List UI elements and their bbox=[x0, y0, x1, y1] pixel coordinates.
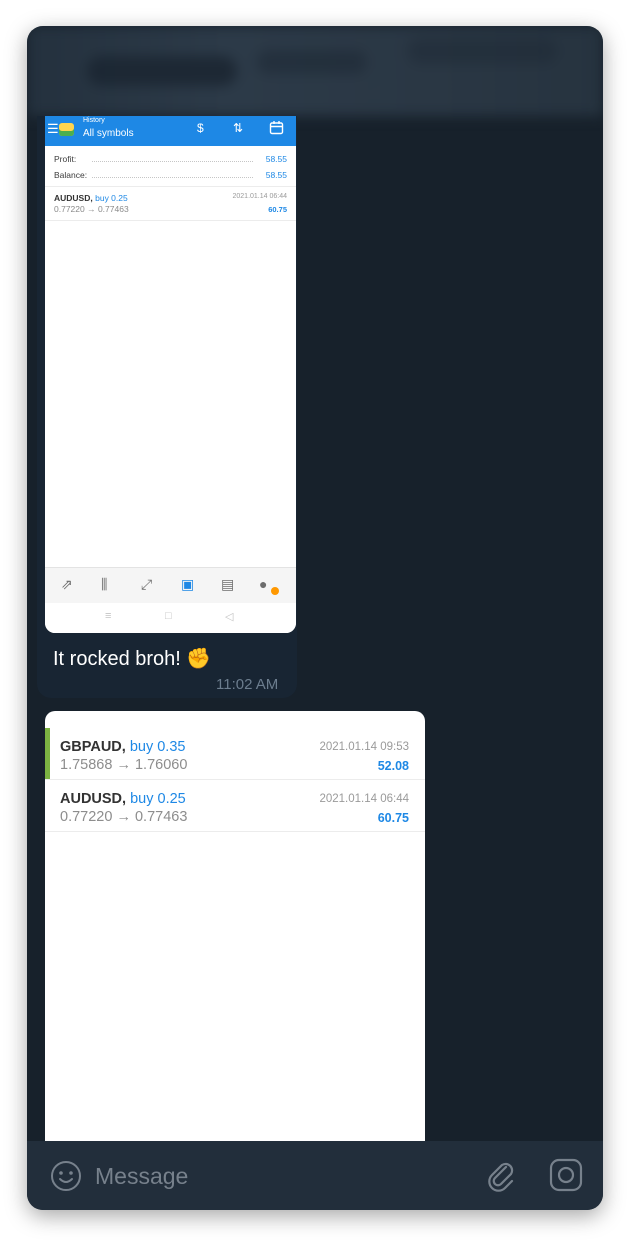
deal-symbol: AUDUSD, buy 0.25 bbox=[54, 193, 128, 203]
deal-prices: 0.77220 → 0.77463 bbox=[54, 204, 129, 214]
mt-header: ☰ History All symbols $ ⇅ bbox=[45, 116, 296, 146]
chat-header-blurred bbox=[27, 26, 603, 116]
chat-badge bbox=[271, 587, 279, 595]
deal-symbol: AUDUSD, buy 0.25 bbox=[60, 791, 186, 807]
deal-prices: 0.77220 → 0.77463 bbox=[60, 809, 188, 825]
menu-icon: ☰ bbox=[47, 121, 59, 136]
paperclip-icon[interactable] bbox=[484, 1158, 518, 1192]
summary-value: 58.55 bbox=[265, 154, 287, 164]
deal-datetime: 2021.01.14 06:44 bbox=[319, 793, 409, 805]
message-input-bar bbox=[27, 1141, 603, 1210]
deal-direction: buy 0.35 bbox=[129, 739, 186, 755]
buy-marker bbox=[45, 728, 50, 779]
trade-icon: ⤢ bbox=[141, 576, 153, 592]
mt-filter-title: All symbols bbox=[83, 128, 134, 139]
deal-datetime: 2021.01.14 09:53 bbox=[319, 741, 409, 753]
deal-symbol-text: AUDUSD, bbox=[60, 791, 127, 807]
summary-row-profit: Profit: 58.55 bbox=[54, 152, 287, 168]
deal-symbol-text: AUDUSD, bbox=[54, 193, 93, 203]
calendar-icon bbox=[269, 120, 284, 138]
summary-label: Profit: bbox=[54, 154, 77, 164]
summary-value: 58.55 bbox=[265, 170, 287, 180]
home-icon: □ bbox=[165, 610, 172, 622]
mt-summary: Profit: 58.55 Balance: 58.55 bbox=[45, 146, 296, 187]
deal-row: AUDUSD, buy 0.25 0.77220 → 0.77463 2021.… bbox=[45, 187, 296, 221]
android-nav-bar: ≡ □ ◁ bbox=[45, 603, 296, 633]
dotted-leader bbox=[92, 161, 253, 162]
news-icon: ▤ bbox=[221, 576, 235, 592]
history-icon: ▣ bbox=[181, 576, 195, 592]
deal-profit: 52.08 bbox=[377, 759, 409, 773]
dotted-leader bbox=[92, 177, 253, 178]
emoji-icon[interactable] bbox=[50, 1160, 81, 1191]
deal-symbol-text: GBPAUD, bbox=[60, 739, 126, 755]
deal-direction: buy 0.25 bbox=[130, 791, 186, 807]
deal-profit: 60.75 bbox=[268, 205, 287, 214]
telegram-chat-window: ☰ History All symbols $ ⇅ Profit: 58.55 … bbox=[27, 26, 603, 1210]
deal-symbol: GBPAUD, buy 0.35 bbox=[60, 739, 185, 755]
chat-icon: ● bbox=[259, 576, 268, 592]
quotes-icon: ⇗ bbox=[61, 576, 73, 592]
deal-prices: 1.75868 → 1.76060 bbox=[60, 757, 188, 773]
deal-row: AUDUSD, buy 0.25 0.77220 → 0.77463 2021.… bbox=[45, 780, 425, 832]
deposit-icon: $ bbox=[197, 121, 204, 135]
message-input[interactable] bbox=[93, 1155, 457, 1197]
mt-bottom-tabbar: ⇗ ⫼ ⤢ ▣ ▤ ● bbox=[45, 567, 296, 604]
deal-datetime: 2021.01.14 06:44 bbox=[232, 193, 288, 200]
summary-row-balance: Balance: 58.55 bbox=[54, 168, 287, 184]
mt-screen-title: History bbox=[83, 117, 105, 124]
message-time: 11:02 AM bbox=[216, 676, 279, 693]
chart-icon: ⫼ bbox=[101, 576, 108, 592]
deal-profit: 60.75 bbox=[377, 811, 409, 825]
deal-direction: buy 0.25 bbox=[95, 193, 128, 203]
recents-icon: ≡ bbox=[105, 610, 112, 622]
message-caption: It rocked broh! ✊ bbox=[53, 648, 212, 670]
camera-icon[interactable] bbox=[549, 1158, 583, 1192]
deal-row: GBPAUD, buy 0.35 1.75868 → 1.76060 2021.… bbox=[45, 728, 425, 780]
mt-history-screenshot[interactable]: ☰ History All symbols $ ⇅ Profit: 58.55 … bbox=[45, 116, 296, 633]
deals-screenshot[interactable]: GBPAUD, buy 0.35 1.75868 → 1.76060 2021.… bbox=[45, 711, 425, 1171]
summary-label: Balance: bbox=[54, 170, 88, 180]
sort-icon: ⇅ bbox=[233, 121, 244, 135]
back-icon: ◁ bbox=[225, 611, 234, 623]
metatrader-logo bbox=[59, 123, 74, 136]
